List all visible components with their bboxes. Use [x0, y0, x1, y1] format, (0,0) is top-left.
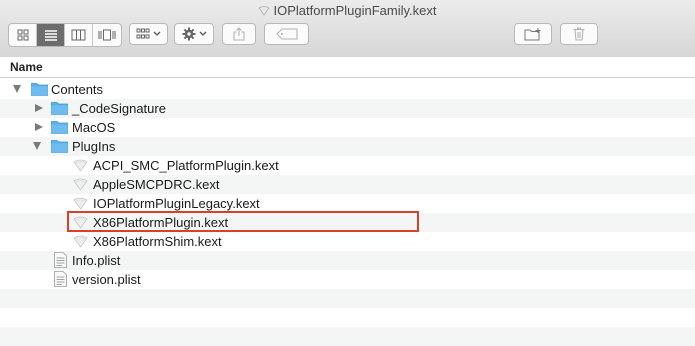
chevron-down-icon [153, 31, 161, 36]
list-view-button[interactable] [37, 24, 65, 46]
disclosure-triangle-icon[interactable] [35, 123, 43, 131]
plist-document-icon [54, 271, 67, 287]
kext-icon [73, 197, 88, 210]
empty-row [0, 327, 695, 346]
empty-row [0, 289, 695, 308]
list-view-icon [44, 30, 57, 41]
folder-icon [51, 102, 68, 115]
tag-icon [275, 28, 298, 40]
share-button[interactable] [222, 23, 256, 45]
column-view-icon [71, 29, 86, 41]
disclosure-triangle-icon[interactable] [13, 85, 21, 93]
new-folder-icon [524, 27, 541, 40]
disclosure-triangle-icon[interactable] [35, 104, 43, 112]
list-item[interactable]: X86PlatformShim.kext [0, 232, 695, 251]
selection-highlight-box [67, 211, 419, 232]
cover-flow-icon [98, 29, 115, 41]
file-name: AppleSMCPDRC.kext [93, 177, 220, 192]
file-name: _CodeSignature [72, 101, 166, 116]
window-title-text: IOPlatformPluginFamily.kext [273, 3, 437, 18]
name-column-header[interactable]: Name [10, 60, 43, 74]
tag-button[interactable] [264, 23, 309, 45]
action-button[interactable] [174, 23, 214, 45]
icon-view-button[interactable] [9, 24, 37, 46]
file-name: Contents [51, 82, 104, 97]
toolbar: IOPlatformPluginFamily.kext [0, 0, 695, 58]
trash-icon [573, 27, 585, 41]
list-item[interactable]: Info.plist [0, 251, 695, 270]
arrange-grid-icon [136, 28, 150, 39]
file-name: ACPI_SMC_PlatformPlugin.kext [93, 158, 279, 173]
list-item[interactable]: _CodeSignature [0, 99, 695, 118]
icon-view-icon [17, 29, 28, 41]
list-item[interactable]: MacOS [0, 118, 695, 137]
file-name: MacOS [72, 120, 116, 135]
folder-icon [31, 83, 48, 96]
file-name: PlugIns [72, 139, 116, 154]
empty-row [0, 308, 695, 327]
arrange-button[interactable] [129, 23, 168, 45]
list-item[interactable]: PlugIns [0, 137, 695, 156]
kext-icon [73, 178, 88, 191]
file-name: Info.plist [72, 253, 121, 268]
kext-icon [73, 235, 88, 248]
gear-icon [182, 27, 195, 41]
plist-document-icon [54, 252, 67, 268]
window-title: IOPlatformPluginFamily.kext [0, 3, 695, 18]
new-folder-button[interactable] [514, 23, 552, 45]
column-view-button[interactable] [65, 24, 93, 46]
file-name: X86PlatformShim.kext [93, 234, 222, 249]
share-icon [233, 27, 245, 41]
list-item[interactable]: Contents [0, 80, 695, 99]
view-switcher [8, 23, 122, 47]
list-item[interactable]: version.plist [0, 270, 695, 289]
chevron-down-icon [199, 31, 206, 36]
column-header[interactable]: Name [0, 57, 695, 78]
file-name: IOPlatformPluginLegacy.kext [93, 196, 260, 211]
cover-flow-button[interactable] [93, 24, 120, 46]
list-item[interactable]: AppleSMCPDRC.kext [0, 175, 695, 194]
disclosure-triangle-icon[interactable] [33, 142, 41, 150]
kext-icon [73, 159, 88, 172]
folder-icon [51, 121, 68, 134]
file-name: version.plist [72, 272, 141, 287]
folder-icon [51, 140, 68, 153]
list-item[interactable]: ACPI_SMC_PlatformPlugin.kext [0, 156, 695, 175]
trash-button[interactable] [560, 23, 598, 45]
kext-icon [258, 4, 271, 16]
